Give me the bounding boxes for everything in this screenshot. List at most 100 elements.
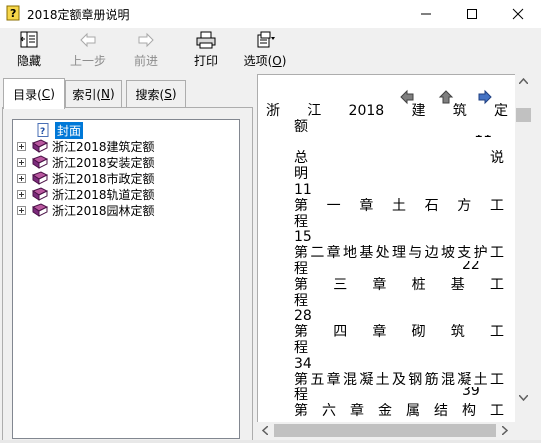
options-label: 选项(O) bbox=[242, 52, 288, 69]
options-button[interactable]: 选项(O) bbox=[242, 30, 288, 70]
doc-char: 混 bbox=[440, 372, 455, 388]
pane-splitter[interactable] bbox=[253, 72, 256, 443]
topic-pane: 浙江2018建筑定额11总说明11第一章土石方工程15第二章地基处理与边坡支护工… bbox=[257, 74, 516, 423]
page-icon: ? bbox=[37, 123, 49, 137]
doc-char: 工 bbox=[489, 198, 504, 214]
doc-text: 程 bbox=[294, 387, 308, 403]
doc-char: 章 bbox=[326, 245, 341, 261]
doc-char: 边 bbox=[424, 245, 439, 261]
doc-char: 土 bbox=[375, 372, 390, 388]
minimize-button[interactable] bbox=[403, 0, 449, 28]
vertical-scroll-thumb[interactable] bbox=[516, 108, 531, 122]
print-button[interactable]: 打印 bbox=[191, 30, 221, 70]
tree-item-label: 浙江2018市政定额 bbox=[52, 171, 155, 186]
tree-item[interactable]: 浙江2018园林定额 bbox=[17, 202, 155, 218]
app-window: ? 2018定额章册说明 隐藏 上一步 前进 打印 选项(O) 目录(C) … bbox=[0, 0, 541, 443]
doc-char: 一 bbox=[326, 198, 341, 214]
forward-button[interactable]: 前进 bbox=[130, 30, 162, 70]
expand-icon[interactable] bbox=[17, 141, 26, 151]
forward-arrow-icon bbox=[138, 32, 154, 48]
doc-text: 程 bbox=[294, 261, 308, 277]
options-label-suffix: ) bbox=[281, 54, 287, 68]
contents-panel: ? 封面 浙江2018建筑定额 浙江2018安装定额 浙江2018市政定额 浙江… bbox=[2, 107, 253, 442]
close-icon bbox=[512, 8, 524, 20]
tab-search[interactable]: 搜索(S) bbox=[126, 80, 186, 107]
doc-char: 工 bbox=[489, 245, 504, 261]
book-icon bbox=[32, 203, 48, 217]
back-label: 上一步 bbox=[69, 54, 106, 68]
doc-char: 工 bbox=[489, 277, 504, 293]
doc-line: 15 bbox=[294, 229, 504, 245]
tab-index[interactable]: 索引(N) bbox=[65, 80, 122, 107]
doc-line: 第五章混凝土及钢筋混凝土工 bbox=[294, 372, 504, 388]
hide-label: 隐藏 bbox=[16, 54, 41, 68]
tab-index-suffix: ) bbox=[109, 87, 115, 101]
doc-char: 工 bbox=[489, 324, 504, 340]
doc-char: 基 bbox=[450, 277, 465, 293]
doc-char: 工 bbox=[489, 372, 504, 388]
doc-line: 第三章桩基工 bbox=[294, 277, 504, 293]
contents-tree[interactable]: ? 封面 浙江2018建筑定额 浙江2018安装定额 浙江2018市政定额 浙江… bbox=[12, 119, 240, 439]
expand-icon[interactable] bbox=[17, 189, 26, 199]
doc-char: 第 bbox=[294, 403, 308, 419]
tree-item-cover[interactable]: ? 封面 bbox=[35, 121, 84, 139]
doc-char: 土 bbox=[473, 372, 488, 388]
doc-text: 明 bbox=[294, 166, 308, 182]
tree-item-label: 浙江2018轨道定额 bbox=[52, 187, 155, 202]
doc-text: 15 bbox=[294, 229, 312, 245]
doc-char: 四 bbox=[333, 324, 348, 340]
doc-line: 程 22 bbox=[294, 261, 504, 277]
doc-char: 混 bbox=[342, 372, 357, 388]
svg-text:?: ? bbox=[40, 127, 45, 137]
book-icon bbox=[32, 139, 48, 153]
scroll-right-icon[interactable] bbox=[502, 426, 508, 435]
scrollbar-corner bbox=[515, 422, 532, 439]
back-button[interactable]: 上一步 bbox=[67, 30, 109, 70]
expand-icon[interactable] bbox=[17, 173, 26, 183]
tab-contents[interactable]: 目录(C) bbox=[3, 78, 65, 109]
doc-char: 二 bbox=[310, 245, 325, 261]
tab-contents-label: 目录( bbox=[13, 87, 42, 102]
page-number: 22 bbox=[462, 261, 480, 273]
doc-text: 11 bbox=[294, 182, 312, 198]
doc-text: 程 bbox=[294, 293, 308, 309]
scroll-up-icon[interactable] bbox=[519, 78, 528, 84]
hide-button[interactable]: 隐藏 bbox=[14, 30, 44, 70]
doc-char: 桩 bbox=[411, 277, 426, 293]
doc-char: 章 bbox=[372, 324, 387, 340]
doc-line: 明 bbox=[294, 166, 504, 182]
doc-char: 方 bbox=[457, 198, 472, 214]
doc-char: 构 bbox=[462, 403, 476, 419]
tree-item[interactable]: 浙江2018轨道定额 bbox=[17, 186, 155, 202]
expand-icon[interactable] bbox=[17, 205, 26, 215]
page-number: 39 bbox=[462, 387, 480, 399]
doc-char: 第 bbox=[294, 372, 308, 388]
tree-item[interactable]: 浙江2018市政定额 bbox=[17, 170, 155, 186]
doc-line: 11 bbox=[294, 182, 504, 198]
tree-item-cover-label: 封面 bbox=[55, 121, 84, 139]
expand-icon[interactable] bbox=[17, 157, 26, 167]
book-icon bbox=[32, 171, 48, 185]
doc-char: 及 bbox=[391, 372, 406, 388]
book-icon bbox=[32, 155, 48, 169]
scroll-down-icon[interactable] bbox=[519, 395, 528, 401]
doc-char: 章 bbox=[350, 403, 364, 419]
options-icon bbox=[257, 31, 275, 48]
printer-icon bbox=[196, 31, 216, 49]
tree-item[interactable]: 浙江2018安装定额 bbox=[17, 154, 155, 170]
hide-pane-icon bbox=[20, 31, 38, 48]
doc-char: 凝 bbox=[457, 372, 472, 388]
doc-char: 总 bbox=[294, 150, 308, 166]
doc-char: 章 bbox=[359, 198, 374, 214]
horizontal-scrollbar[interactable] bbox=[257, 422, 515, 439]
maximize-button[interactable] bbox=[449, 0, 495, 28]
horizontal-scroll-thumb[interactable] bbox=[274, 424, 496, 437]
close-button[interactable] bbox=[495, 0, 541, 28]
doc-char: 钢 bbox=[408, 372, 423, 388]
scroll-left-icon[interactable] bbox=[262, 426, 268, 435]
tree-item-label: 浙江2018安装定额 bbox=[52, 155, 155, 170]
vertical-scrollbar[interactable] bbox=[515, 74, 532, 422]
title-bar: ? 2018定额章册说明 bbox=[0, 0, 541, 28]
doc-char: 第 bbox=[294, 277, 308, 293]
tree-item[interactable]: 浙江2018建筑定额 bbox=[17, 138, 155, 154]
